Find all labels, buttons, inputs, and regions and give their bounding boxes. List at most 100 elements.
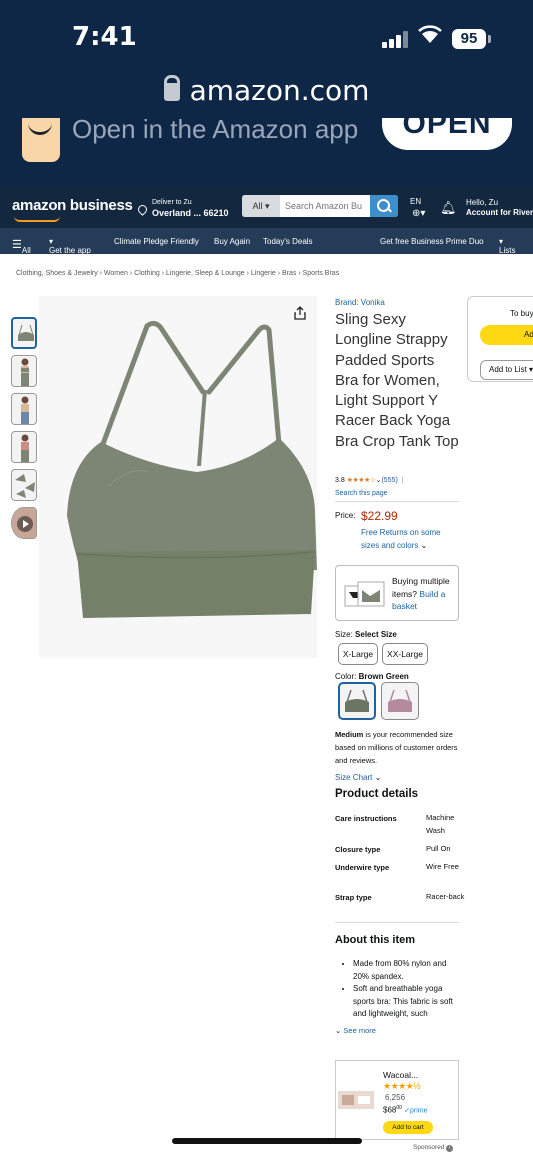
url-text: amazon.com [189, 74, 370, 107]
size-chart-label: Size Chart [335, 773, 373, 782]
free-returns-link[interactable]: Free Returns on some sizes and colors ⌄ [361, 526, 459, 552]
build-basket-card[interactable]: Buying multiple items? Build a basket [335, 565, 459, 621]
battery-indicator: 95 [452, 29, 491, 49]
bell-icon[interactable]: 🔔︎ [440, 200, 457, 216]
thumbnail-5[interactable] [11, 469, 37, 501]
status-time: 7:41 [72, 22, 137, 52]
about-heading: About this item [335, 934, 416, 946]
spec-value-closure: Pull On [426, 844, 451, 853]
color-swatch-pink[interactable] [381, 682, 419, 720]
ad-price-cents: 00 [396, 1105, 402, 1111]
spec-label-strap: Strap type [335, 893, 372, 902]
sponsored-text: Sponsored [413, 1144, 445, 1151]
spec-value-strap: Racer-back [426, 892, 465, 901]
size-label: Size: Select Size [335, 630, 397, 639]
language-selector[interactable]: EN ⊕▾ [410, 197, 425, 219]
sponsored-ad-card[interactable]: Wacoal... ★★★★½ 6,256 $6800 ✓prime Add t… [335, 1060, 459, 1140]
nav-get-app[interactable]: Get the app ▾ [49, 237, 91, 255]
screen: 7:41 95 amazon.com Open in the Amazon ap… [0, 0, 533, 1156]
nav-prime-duo[interactable]: Get free Business Prime Duo [380, 237, 484, 246]
thumbnail-video[interactable] [11, 507, 37, 539]
size-option-xl[interactable]: X-Large [338, 643, 378, 665]
review-count[interactable]: (555) [381, 477, 397, 484]
nav-lists[interactable]: Lists ▾ [499, 237, 515, 255]
color-label: Color: Brown Green [335, 672, 409, 681]
chevron-down-icon: ⌄ [374, 773, 382, 782]
thumbnail-3[interactable] [11, 393, 37, 425]
hamburger-icon: ☰ [12, 239, 22, 251]
chevron-down-icon: ⌄ [335, 1026, 342, 1035]
returns-text: Free Returns on some sizes and colors [361, 528, 441, 550]
brand-link[interactable]: Brand: Vonika [335, 298, 385, 307]
size-label-text: Size: [335, 630, 353, 639]
ad-image-swatch [342, 1095, 354, 1105]
thumbnail-4[interactable] [11, 431, 37, 463]
ad-product-name: Wacoal... [383, 1070, 419, 1080]
prime-badge: ✓prime [404, 1107, 428, 1115]
search-this-page-link[interactable]: Search this page [335, 490, 388, 497]
search-category-select[interactable]: All ▾ [242, 195, 280, 217]
see-more-link[interactable]: ⌄ See more [335, 1026, 376, 1035]
buy-box: To buy Ad Add to List ▾ [467, 296, 533, 382]
open-in-app-banner: Open in the Amazon app OPEN [0, 118, 533, 186]
main-product-image[interactable] [39, 296, 317, 658]
ad-price: $6800 ✓prime [383, 1105, 428, 1115]
basket-text: Buying multiple items? Build a basket [392, 575, 460, 613]
ad-image-box [358, 1096, 370, 1104]
divider [335, 922, 459, 923]
account-menu[interactable]: Hello, Zu Account for River [466, 198, 533, 218]
size-value: Select Size [355, 630, 397, 639]
breadcrumb[interactable]: Clothing, Shoes & Jewelry › Women › Clot… [16, 270, 339, 277]
wifi-icon [418, 24, 442, 52]
add-to-list-button[interactable]: Add to List ▾ [480, 360, 533, 380]
nav-climate-pledge[interactable]: Climate Pledge Friendly [114, 237, 199, 246]
search-input[interactable] [282, 195, 370, 217]
nav-bar: ☰ All Get the app ▾ Climate Pledge Frien… [0, 228, 533, 255]
size-option-xxl[interactable]: XX-Large [382, 643, 428, 665]
add-to-cart-button[interactable]: Add to cart [383, 1121, 433, 1134]
ad-stars: ★★★★½ [383, 1081, 421, 1091]
price: $22.99 [361, 509, 398, 523]
color-label-text: Color: [335, 672, 357, 681]
open-app-button[interactable]: OPEN [382, 118, 512, 150]
product-details-heading: Product details [335, 788, 419, 800]
share-icon[interactable] [293, 306, 307, 320]
nav-lists-label: Lists [499, 246, 516, 255]
rating-row[interactable]: 3.8 ★★★★☆⌄(555) | [335, 476, 404, 484]
prime-label: prime [410, 1107, 428, 1115]
nav-todays-deals[interactable]: Today's Deals [263, 237, 313, 246]
thumbnail-1[interactable] [11, 317, 37, 349]
see-more-label: See more [343, 1026, 376, 1035]
add-to-list-label: Add to List [489, 365, 527, 374]
spec-label-underwire: Underwire type [335, 863, 390, 872]
product-title: Sling Sexy Longline Strappy Padded Sport… [335, 311, 459, 450]
deliver-line2: Overland ... 66210 [152, 208, 229, 218]
spec-label-care: Care instructions [335, 814, 397, 823]
search-category-label: All [252, 201, 263, 211]
thumbnail-2[interactable] [11, 355, 37, 387]
sponsored-label[interactable]: Sponsored i [413, 1144, 454, 1152]
nav-all-label: All [21, 246, 31, 255]
about-bullets: Made from 80% nylon and 20% spandex. Sof… [335, 958, 459, 1020]
price-label: Price: [335, 511, 356, 520]
info-icon: i [446, 1145, 454, 1152]
deliver-line1: Deliver to Zu [152, 199, 192, 206]
bullet-item: Made from 80% nylon and 20% spandex. [353, 958, 459, 983]
ad-price-dollars: $68 [383, 1105, 397, 1115]
address-bar[interactable]: amazon.com [0, 74, 533, 107]
add-to-cart-button-main[interactable]: Ad [480, 325, 533, 345]
size-chart-link[interactable]: Size Chart ⌄ [335, 773, 381, 782]
location-pin-icon [136, 203, 149, 216]
home-indicator[interactable] [172, 1138, 362, 1144]
rating-stars: ★★★★☆ [346, 477, 376, 484]
nav-buy-again[interactable]: Buy Again [214, 237, 250, 246]
search-icon[interactable] [370, 195, 398, 217]
smile-logo-icon [14, 216, 60, 222]
amazon-business-logo[interactable]: amazon business [12, 197, 133, 222]
site-header: amazon business Deliver to Zu Overland .… [0, 186, 533, 228]
color-swatch-brown-green[interactable] [338, 682, 376, 720]
search-bar: All ▾ [242, 195, 398, 217]
ad-review-count: 6,256 [385, 1093, 406, 1102]
nav-all[interactable]: ☰ All [12, 237, 31, 255]
language-label: EN [410, 197, 422, 206]
